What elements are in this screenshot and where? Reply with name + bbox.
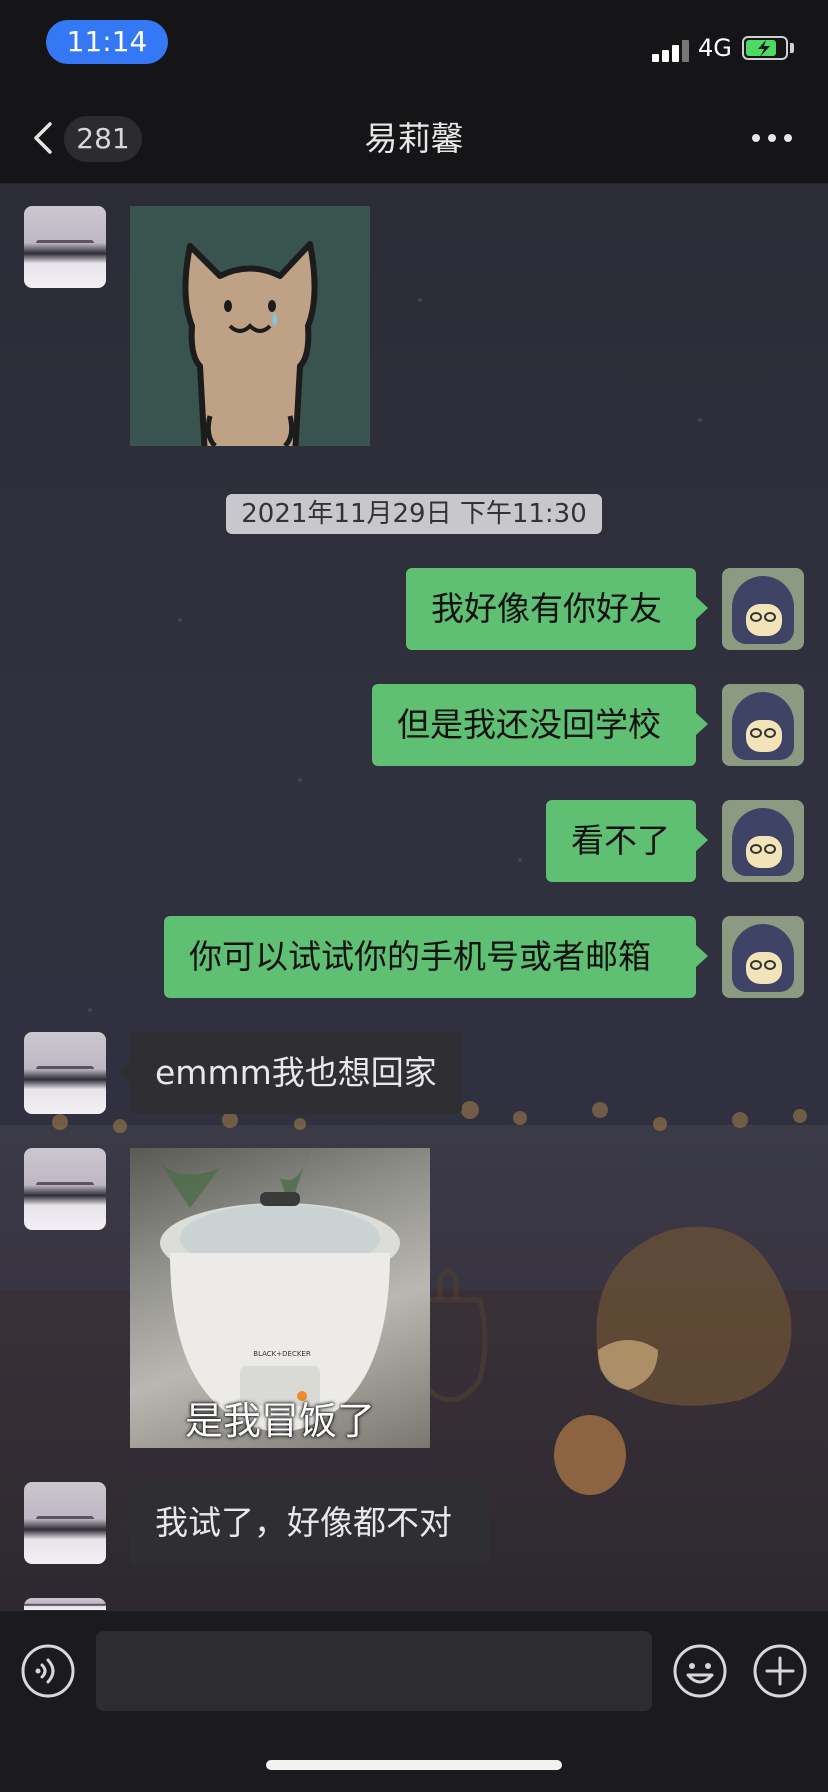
voice-icon[interactable]: [20, 1643, 76, 1699]
contact-avatar[interactable]: [24, 206, 106, 288]
contact-avatar[interactable]: [24, 1598, 106, 1610]
emoji-icon[interactable]: [672, 1643, 728, 1699]
my-avatar[interactable]: [722, 916, 804, 998]
chat-title: 易莉馨: [364, 119, 464, 158]
my-avatar[interactable]: [722, 800, 804, 882]
chat-header: 281 易莉馨: [0, 90, 828, 184]
message-input[interactable]: [96, 1631, 652, 1711]
message-bubble-incoming[interactable]: emmm我也想回家: [118, 1032, 462, 1114]
status-bar: 11:14 4G: [0, 0, 828, 90]
network-type: 4G: [698, 34, 732, 62]
message-bubble-outgoing[interactable]: 我好像有你好友: [406, 568, 708, 650]
charging-icon: [758, 40, 770, 57]
battery-tip: [790, 43, 794, 53]
sticker-message[interactable]: [130, 206, 370, 446]
contact-avatar[interactable]: [24, 1148, 106, 1230]
battery-icon: [742, 36, 788, 60]
crying-cat-sticker: [182, 241, 318, 446]
chat-screen: 11:14 4G 281 易莉馨 2021年11月29日 下午11:30 我好像…: [0, 0, 828, 1792]
message-bubble-outgoing[interactable]: 你可以试试你的手机号或者邮箱: [164, 916, 708, 998]
chat-timestamp: 2021年11月29日 下午11:30: [226, 494, 602, 534]
message-bubble-outgoing[interactable]: 但是我还没回学校: [372, 684, 708, 766]
message-bubble-outgoing[interactable]: 看不了: [546, 800, 708, 882]
contact-avatar[interactable]: [24, 1482, 106, 1564]
brand-label: BLACK+DECKER: [253, 1350, 311, 1358]
plus-icon[interactable]: [752, 1643, 808, 1699]
signal-icon: [652, 38, 692, 62]
more-dots-icon[interactable]: [752, 134, 792, 144]
my-avatar[interactable]: [722, 568, 804, 650]
image-caption: 是我冒饭了: [184, 1399, 375, 1443]
contact-avatar[interactable]: [24, 1032, 106, 1114]
home-indicator[interactable]: [266, 1760, 562, 1770]
image-message[interactable]: BLACK+DECKER 是我冒饭了: [130, 1148, 430, 1448]
message-bubble-incoming[interactable]: 我试了，好像都不对: [118, 1482, 490, 1564]
my-avatar[interactable]: [722, 684, 804, 766]
status-time: 11:14: [46, 20, 168, 64]
